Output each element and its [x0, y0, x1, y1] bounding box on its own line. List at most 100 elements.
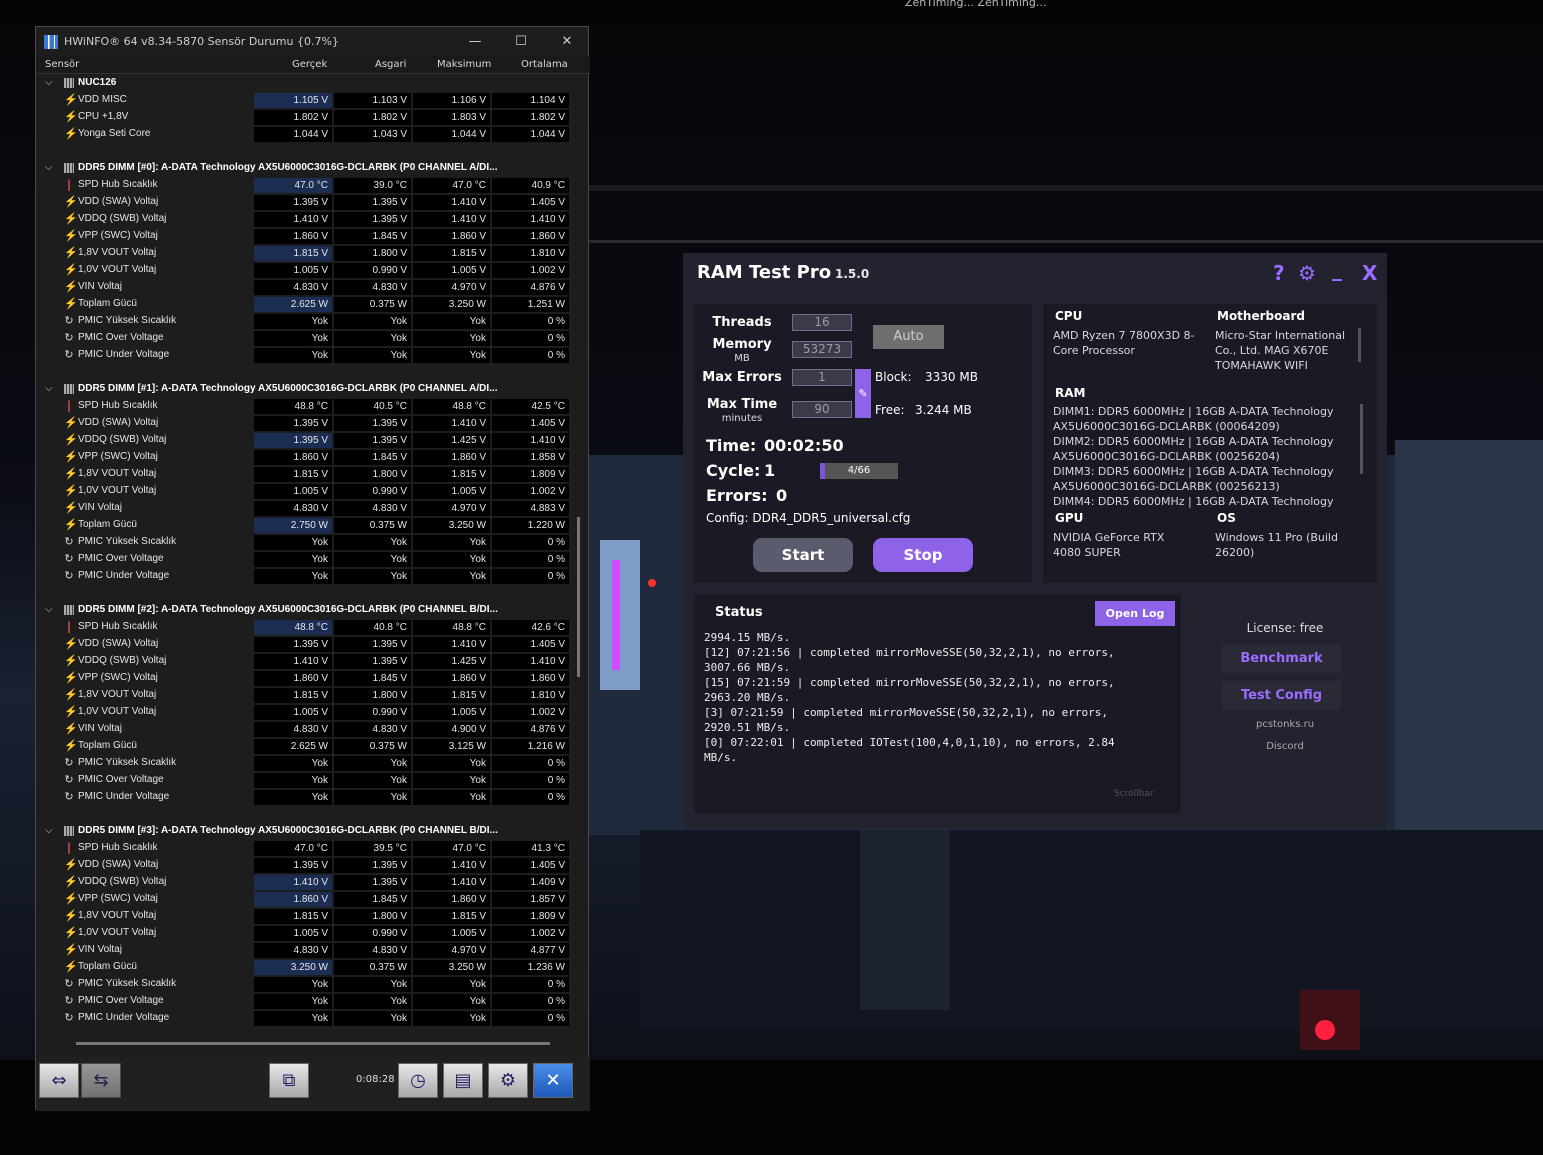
sensor-row[interactable]: ⚡ VPP (SWC) Voltaj 1.860 V 1.845 V 1.860 V 1.…	[36, 228, 572, 245]
column-header-max[interactable]: Maksimum	[437, 59, 491, 70]
minimize-icon[interactable]: _	[1332, 257, 1342, 281]
sensor-row[interactable]: ↻ PMIC Over Voltage Yok Yok Yok 0 %	[36, 551, 572, 568]
chevron-down-icon[interactable]: ⌵	[45, 162, 53, 173]
auto-button[interactable]: Auto	[873, 325, 944, 349]
sensor-row[interactable]: ↻ PMIC Over Voltage Yok Yok Yok 0 %	[36, 993, 572, 1010]
vertical-scrollbar[interactable]	[577, 517, 580, 677]
sensor-row[interactable]: ⚡ VDDQ (SWB) Voltaj 1.410 V 1.395 V 1.410 V1…	[36, 211, 572, 228]
discord-link[interactable]: Discord	[1193, 741, 1377, 752]
sensor-row[interactable]: ⚡ CPU +1,8V 1.802 V 1.802 V 1.803 V 1.802 V	[36, 109, 572, 126]
sensor-row[interactable]: ⚡ VDDQ (SWB) Voltaj 1.410 V 1.395 V 1.425 V1…	[36, 653, 572, 670]
sensor-row[interactable]: ↻ PMIC Over Voltage Yok Yok Yok 0 %	[36, 772, 572, 789]
max-time-input[interactable]: 90	[792, 401, 852, 418]
sensor-row[interactable]: ⚡ VDDQ (SWB) Voltaj 1.395 V 1.395 V 1.425 V1…	[36, 432, 572, 449]
sensor-row[interactable]: ↻ PMIC Over Voltage Yok Yok Yok 0 %	[36, 330, 572, 347]
minimize-button[interactable]: —	[452, 27, 498, 56]
network-icon[interactable]: ⧉	[269, 1063, 309, 1098]
max-errors-input[interactable]: 1	[792, 369, 852, 386]
sensor-row[interactable]: ⚡ VDD (SWA) Voltaj 1.395 V 1.395 V 1.410 V 1.…	[36, 194, 572, 211]
sensor-row[interactable]: ⚡ VDD (SWA) Voltaj 1.395 V 1.395 V 1.410 V 1.…	[36, 636, 572, 653]
sensor-row[interactable]: ❘ SPD Hub Sıcaklık 48.8 °C 40.8 °C 48.8 °C 42…	[36, 619, 572, 636]
sensor-row[interactable]: ⚡ 1,0V VOUT Voltaj 1.005 V 0.990 V 1.005 V 1.…	[36, 704, 572, 721]
chevron-down-icon[interactable]: ⌵	[45, 77, 53, 88]
ramtest-window: RAM Test Pro 1.5.0 ? ⚙ _ X Threads 16 Me…	[683, 253, 1387, 828]
benchmark-button[interactable]: Benchmark	[1222, 644, 1341, 673]
sensor-row[interactable]: ↻ PMIC Yüksek Sıcaklık Yok Yok Yok 0 %	[36, 755, 572, 772]
sensor-row[interactable]: ⚡ 1,8V VOUT Voltaj 1.815 V 1.800 V 1.815 V 1.…	[36, 466, 572, 483]
sensor-group-header[interactable]: ⌵ DDR5 DIMM [#1]: A-DATA Technology AX5U6…	[36, 381, 572, 398]
chevron-down-icon[interactable]: ⌵	[45, 825, 53, 836]
sensor-row[interactable]: ↻ PMIC Under Voltage Yok Yok Yok 0 %	[36, 789, 572, 806]
sensor-row[interactable]: ⚡ Toplam Gücü 2.625 W 0.375 W 3.125 W 1.216 W	[36, 738, 572, 755]
sensor-row[interactable]: ⚡ Yonga Seti Core 1.044 V 1.043 V 1.044 V 1.0…	[36, 126, 572, 143]
sensor-row[interactable]: ⚡ Toplam Gücü 2.625 W 0.375 W 3.250 W 1.251 W	[36, 296, 572, 313]
chevron-down-icon[interactable]: ⌵	[45, 604, 53, 615]
sensor-row[interactable]: ❘ SPD Hub Sıcaklık 47.0 °C 39.0 °C 47.0 °C 40…	[36, 177, 572, 194]
memory-input[interactable]: 53273	[792, 341, 852, 358]
sensor-row[interactable]: ❘ SPD Hub Sıcaklık 48.8 °C 40.5 °C 48.8 °C 42…	[36, 398, 572, 415]
sensor-row[interactable]: ↻ PMIC Under Voltage Yok Yok Yok 0 %	[36, 347, 572, 364]
sensor-row[interactable]: ❘ SPD Hub Sıcaklık 47.0 °C 39.5 °C 47.0 °C 41…	[36, 840, 572, 857]
sensor-row[interactable]: ⚡ 1,0V VOUT Voltaj 1.005 V 0.990 V 1.005 V 1.…	[36, 483, 572, 500]
edit-pencil-icon[interactable]: ✎	[855, 369, 871, 418]
column-header-min[interactable]: Asgari	[375, 59, 406, 70]
chevron-down-icon[interactable]: ⌵	[45, 383, 53, 394]
sensor-row[interactable]: ⚡ VPP (SWC) Voltaj 1.860 V 1.845 V 1.860 V 1.…	[36, 449, 572, 466]
sensor-row[interactable]: ↻ PMIC Yüksek Sıcaklık Yok Yok Yok 0 %	[36, 976, 572, 993]
site-link[interactable]: pcstonks.ru	[1193, 719, 1377, 730]
sensor-group-header[interactable]: ⌵ DDR5 DIMM [#0]: A-DATA Technology AX5U6…	[36, 160, 572, 177]
sensor-row[interactable]: ⚡ VDD (SWA) Voltaj 1.395 V 1.395 V 1.410 V 1.…	[36, 857, 572, 874]
sensor-row[interactable]: ⚡ VPP (SWC) Voltaj 1.860 V 1.845 V 1.860 V 1.…	[36, 891, 572, 908]
sensor-row[interactable]: ⚡ VDD MISC 1.105 V 1.103 V 1.106 V 1.104 V	[36, 92, 572, 109]
stop-button[interactable]: Stop	[873, 538, 973, 572]
config-label[interactable]: Config: DDR4_DDR5_universal.cfg	[706, 511, 910, 525]
sensor-group-header[interactable]: ⌵ NUC126	[36, 75, 572, 92]
settings-icon[interactable]: ⚙	[1298, 261, 1316, 285]
exit-icon[interactable]: ✕	[533, 1063, 573, 1098]
sensor-row[interactable]: ⚡ VDD (SWA) Voltaj 1.395 V 1.395 V 1.410 V 1.…	[36, 415, 572, 432]
motherboard-scrollbar[interactable]	[1358, 328, 1361, 362]
sensor-row[interactable]: ⚡ 1,8V VOUT Voltaj 1.815 V 1.800 V 1.815 V 1.…	[36, 687, 572, 704]
sensor-row[interactable]: ⚡ VDDQ (SWB) Voltaj 1.410 V 1.395 V 1.410 V1…	[36, 874, 572, 891]
clock-icon[interactable]: ◷	[398, 1063, 438, 1098]
maximize-button[interactable]: ☐	[498, 27, 544, 56]
sensor-row[interactable]: ⚡ Toplam Gücü 3.250 W 0.375 W 3.250 W 1.236 W	[36, 959, 572, 976]
ram-scrollbar[interactable]	[1360, 404, 1363, 474]
sensor-row[interactable]: ⚡ VIN Voltaj 4.830 V 4.830 V 4.970 V 4.877 V	[36, 942, 572, 959]
sensor-row[interactable]: ↻ PMIC Yüksek Sıcaklık Yok Yok Yok 0 %	[36, 534, 572, 551]
sensor-row[interactable]: ⚡ 1,8V VOUT Voltaj 1.815 V 1.800 V 1.815 V 1.…	[36, 245, 572, 262]
sensor-row[interactable]: ⚡ 1,8V VOUT Voltaj 1.815 V 1.800 V 1.815 V 1.…	[36, 908, 572, 925]
sensor-group-header[interactable]: ⌵ DDR5 DIMM [#2]: A-DATA Technology AX5U6…	[36, 602, 572, 619]
expand-arrows-icon[interactable]: ⇔	[39, 1063, 79, 1098]
threads-input[interactable]: 16	[792, 314, 852, 331]
column-header-sensor[interactable]: Sensör	[45, 59, 79, 70]
test-config-button[interactable]: Test Config	[1222, 681, 1341, 710]
sensor-row[interactable]: ↻ PMIC Under Voltage Yok Yok Yok 0 %	[36, 1010, 572, 1027]
sensor-row[interactable]: ⚡ 1,0V VOUT Voltaj 1.005 V 0.990 V 1.005 V 1.…	[36, 262, 572, 279]
sensor-row[interactable]: ⚡ VIN Voltaj 4.830 V 4.830 V 4.900 V 4.876 V	[36, 721, 572, 738]
collapse-arrows-icon[interactable]: ⇆	[81, 1063, 121, 1098]
open-log-button[interactable]: Open Log	[1095, 601, 1175, 626]
close-button[interactable]: ✕	[544, 27, 590, 56]
scrollbar-hint[interactable]: Scrollbar	[1114, 789, 1154, 799]
sensor-row[interactable]: ⚡ VIN Voltaj 4.830 V 4.830 V 4.970 V 4.883 V	[36, 500, 572, 517]
sensor-row[interactable]: ↻ PMIC Under Voltage Yok Yok Yok 0 %	[36, 568, 572, 585]
report-add-icon[interactable]: ▤	[443, 1063, 483, 1098]
hwinfo-titlebar[interactable]: HWiNFO® 64 v8.34-5870 Sensör Durumu {0.7…	[36, 27, 588, 56]
column-header-avg[interactable]: Ortalama	[521, 59, 568, 70]
column-header-current[interactable]: Gerçek	[292, 59, 327, 70]
start-button[interactable]: Start	[753, 538, 853, 572]
voltage-bolt-icon: ⚡	[64, 264, 78, 276]
horizontal-scrollbar[interactable]	[76, 1042, 550, 1045]
sensor-group-header[interactable]: ⌵ DDR5 DIMM [#3]: A-DATA Technology AX5U6…	[36, 823, 572, 840]
sensor-row[interactable]: ⚡ 1,0V VOUT Voltaj 1.005 V 0.990 V 1.005 V 1.…	[36, 925, 572, 942]
status-log[interactable]: 2994.15 MB/s. [12] 07:21:56 | completed …	[704, 630, 1174, 790]
close-icon[interactable]: X	[1362, 261, 1377, 285]
sensor-row[interactable]: ⚡ VPP (SWC) Voltaj 1.860 V 1.845 V 1.860 V 1.…	[36, 670, 572, 687]
sensor-row[interactable]: ⚡ Toplam Gücü 2.750 W 0.375 W 3.250 W 1.220 W	[36, 517, 572, 534]
settings-gear-icon[interactable]: ⚙	[488, 1063, 528, 1098]
sensor-row[interactable]: ⚡ VIN Voltaj 4.830 V 4.830 V 4.970 V 4.876 V	[36, 279, 572, 296]
sensor-row[interactable]: ↻ PMIC Yüksek Sıcaklık Yok Yok Yok 0 %	[36, 313, 572, 330]
help-icon[interactable]: ?	[1273, 261, 1285, 285]
